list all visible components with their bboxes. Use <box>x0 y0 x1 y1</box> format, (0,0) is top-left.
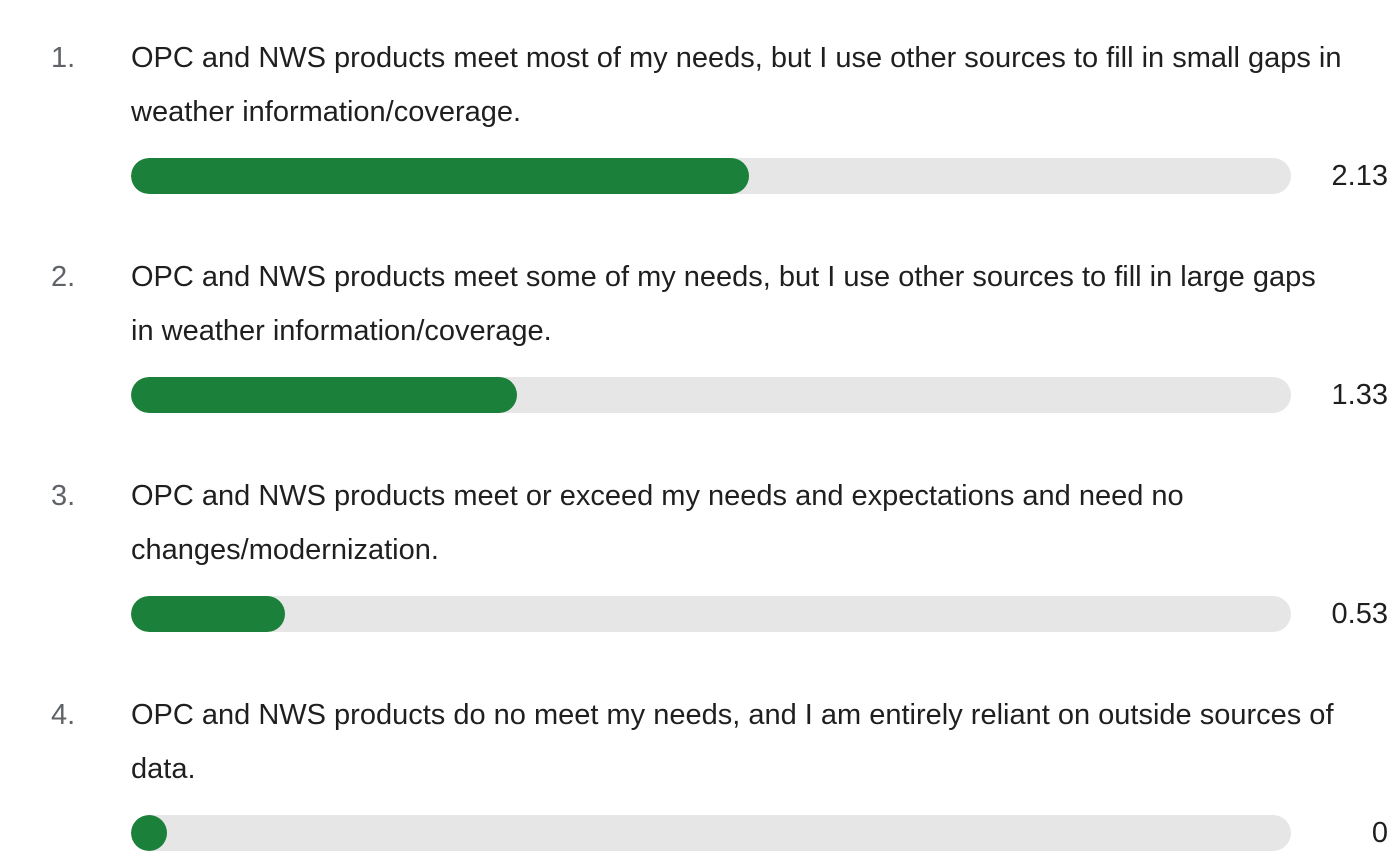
bar-track <box>131 158 1291 194</box>
bar-value-label: 1.33 <box>1331 379 1388 411</box>
ranking-label: OPC and NWS products meet some of my nee… <box>131 261 1316 347</box>
bar-fill <box>131 596 285 632</box>
bar-track <box>131 596 1291 632</box>
bar-fill <box>131 158 749 194</box>
bar-value-label: 0.53 <box>1331 598 1388 630</box>
bar-value-label: 0 <box>1371 817 1388 849</box>
ranking-chart: 1. OPC and NWS products meet most of my … <box>0 0 1390 851</box>
bar-track <box>131 815 1291 851</box>
ranking-label: OPC and NWS products do no meet my needs… <box>131 699 1334 785</box>
bar-track <box>131 377 1291 413</box>
rank-number: 2. <box>51 261 76 293</box>
bar-fill <box>131 377 517 413</box>
bar-fill <box>131 815 167 851</box>
ranking-label: OPC and NWS products meet most of my nee… <box>131 42 1342 128</box>
rank-number: 1. <box>51 42 76 74</box>
ranking-label: OPC and NWS products meet or exceed my n… <box>131 480 1184 566</box>
bar-value-label: 2.13 <box>1331 160 1388 192</box>
rank-number: 4. <box>51 699 76 731</box>
rank-number: 3. <box>51 480 76 512</box>
